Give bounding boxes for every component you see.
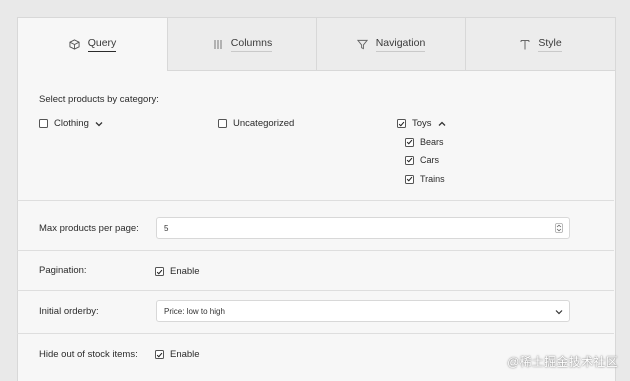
tab-columns[interactable]: Columns bbox=[167, 18, 316, 71]
toys-label: Toys bbox=[412, 118, 432, 129]
trains-checkbox[interactable] bbox=[405, 174, 414, 184]
tab-style-label: Style bbox=[538, 37, 562, 52]
cars-label: Cars bbox=[420, 155, 440, 165]
uncategorized-label: Uncategorized bbox=[233, 118, 295, 129]
clothing-checkbox[interactable] bbox=[39, 119, 48, 128]
hide-out-of-stock-checkbox[interactable] bbox=[155, 350, 164, 359]
divider bbox=[17, 333, 614, 334]
subcategory-cars[interactable]: Cars bbox=[405, 155, 439, 165]
orderby-label: Initial orderby: bbox=[39, 306, 99, 317]
divider bbox=[17, 290, 614, 291]
chevron-down-icon[interactable] bbox=[95, 121, 103, 127]
columns-icon bbox=[212, 38, 224, 50]
number-stepper-icon[interactable] bbox=[555, 223, 563, 235]
tab-query[interactable]: Query bbox=[18, 18, 167, 71]
hide-out-of-stock-option[interactable]: Enable bbox=[155, 349, 200, 360]
category-clothing[interactable]: Clothing bbox=[39, 118, 103, 129]
hide-out-of-stock-label: Hide out of stock items: bbox=[39, 349, 138, 360]
watermark: @稀土掘金技术社区 bbox=[507, 355, 618, 369]
text-style-icon bbox=[519, 38, 531, 50]
tab-style[interactable]: Style bbox=[465, 18, 615, 71]
pagination-enable-label: Enable bbox=[170, 266, 200, 277]
category-heading: Select products by category: bbox=[39, 94, 159, 105]
pagination-option[interactable]: Enable bbox=[155, 266, 200, 277]
bears-label: Bears bbox=[420, 137, 444, 147]
toys-checkbox[interactable] bbox=[397, 119, 406, 128]
clothing-label: Clothing bbox=[54, 118, 89, 129]
tab-columns-label: Columns bbox=[230, 37, 273, 52]
divider bbox=[17, 200, 614, 201]
tab-query-label: Query bbox=[87, 37, 117, 52]
pagination-checkbox[interactable] bbox=[155, 267, 164, 276]
cube-icon bbox=[69, 39, 81, 51]
trains-label: Trains bbox=[420, 174, 445, 184]
orderby-value: Price: low to high bbox=[164, 306, 225, 316]
max-products-input[interactable]: 5 bbox=[156, 217, 570, 239]
cars-checkbox[interactable] bbox=[405, 155, 414, 165]
orderby-select[interactable]: Price: low to high bbox=[156, 300, 570, 322]
subcategory-trains[interactable]: Trains bbox=[405, 174, 445, 184]
settings-panel: Query Columns Navigation Style bbox=[17, 17, 616, 381]
chevron-up-icon[interactable] bbox=[438, 121, 446, 127]
hide-out-of-stock-enable-label: Enable bbox=[170, 349, 200, 360]
category-uncategorized[interactable]: Uncategorized bbox=[218, 118, 294, 129]
chevron-down-icon[interactable] bbox=[555, 308, 563, 317]
subcategory-bears[interactable]: Bears bbox=[405, 137, 444, 147]
max-products-value: 5 bbox=[164, 223, 169, 233]
tab-navigation[interactable]: Navigation bbox=[316, 18, 465, 71]
pagination-label: Pagination: bbox=[39, 265, 87, 276]
divider bbox=[17, 250, 614, 251]
uncategorized-checkbox[interactable] bbox=[218, 119, 227, 128]
bears-checkbox[interactable] bbox=[405, 137, 414, 147]
tab-navigation-label: Navigation bbox=[375, 37, 426, 52]
filter-icon bbox=[357, 38, 369, 50]
category-toys[interactable]: Toys bbox=[397, 118, 446, 129]
tab-bar: Query Columns Navigation Style bbox=[18, 18, 615, 71]
max-products-label: Max products per page: bbox=[39, 223, 139, 234]
